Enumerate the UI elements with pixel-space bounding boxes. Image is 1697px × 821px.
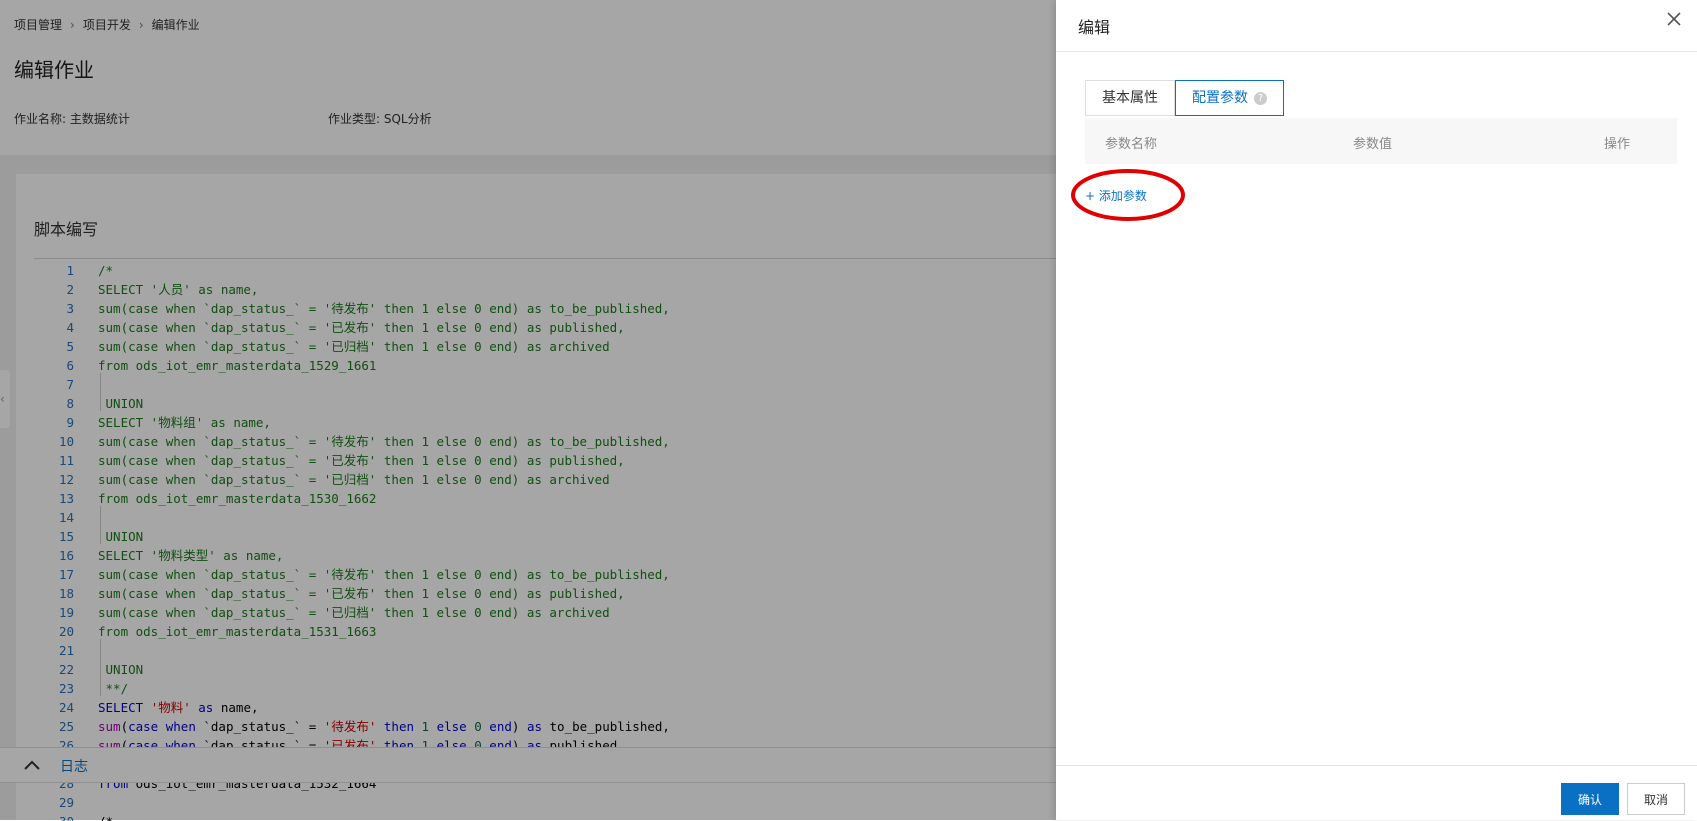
tab-label: 基本属性 — [1102, 90, 1158, 106]
column-header-actions: 操作 — [1604, 137, 1631, 152]
modal-overlay[interactable] — [0, 0, 1056, 820]
tab-basic-properties[interactable]: 基本属性 — [1085, 80, 1175, 116]
column-header-param-name: 参数名称 — [1105, 137, 1158, 152]
confirm-button[interactable]: 确认 — [1561, 783, 1619, 815]
column-header-param-value: 参数值 — [1353, 137, 1393, 152]
close-icon[interactable] — [1665, 10, 1683, 28]
edit-drawer: 编辑 基本属性 配置参数? 参数名称 参数值 操作 + 添加参数 确认 取消 — [1056, 0, 1697, 820]
tab-label: 配置参数 — [1192, 90, 1248, 106]
params-table-header: 参数名称 参数值 操作 — [1085, 118, 1677, 164]
drawer-title: 编辑 — [1078, 18, 1111, 37]
drawer-header: 编辑 — [1056, 0, 1697, 52]
help-icon[interactable]: ? — [1254, 91, 1267, 105]
cancel-button[interactable]: 取消 — [1627, 783, 1685, 815]
tab-config-params[interactable]: 配置参数? — [1175, 80, 1284, 116]
drawer-tabs: 基本属性 配置参数? — [1085, 80, 1284, 116]
highlight-annotation-ellipse — [1071, 169, 1185, 221]
drawer-footer: 确认 取消 — [1056, 765, 1697, 821]
